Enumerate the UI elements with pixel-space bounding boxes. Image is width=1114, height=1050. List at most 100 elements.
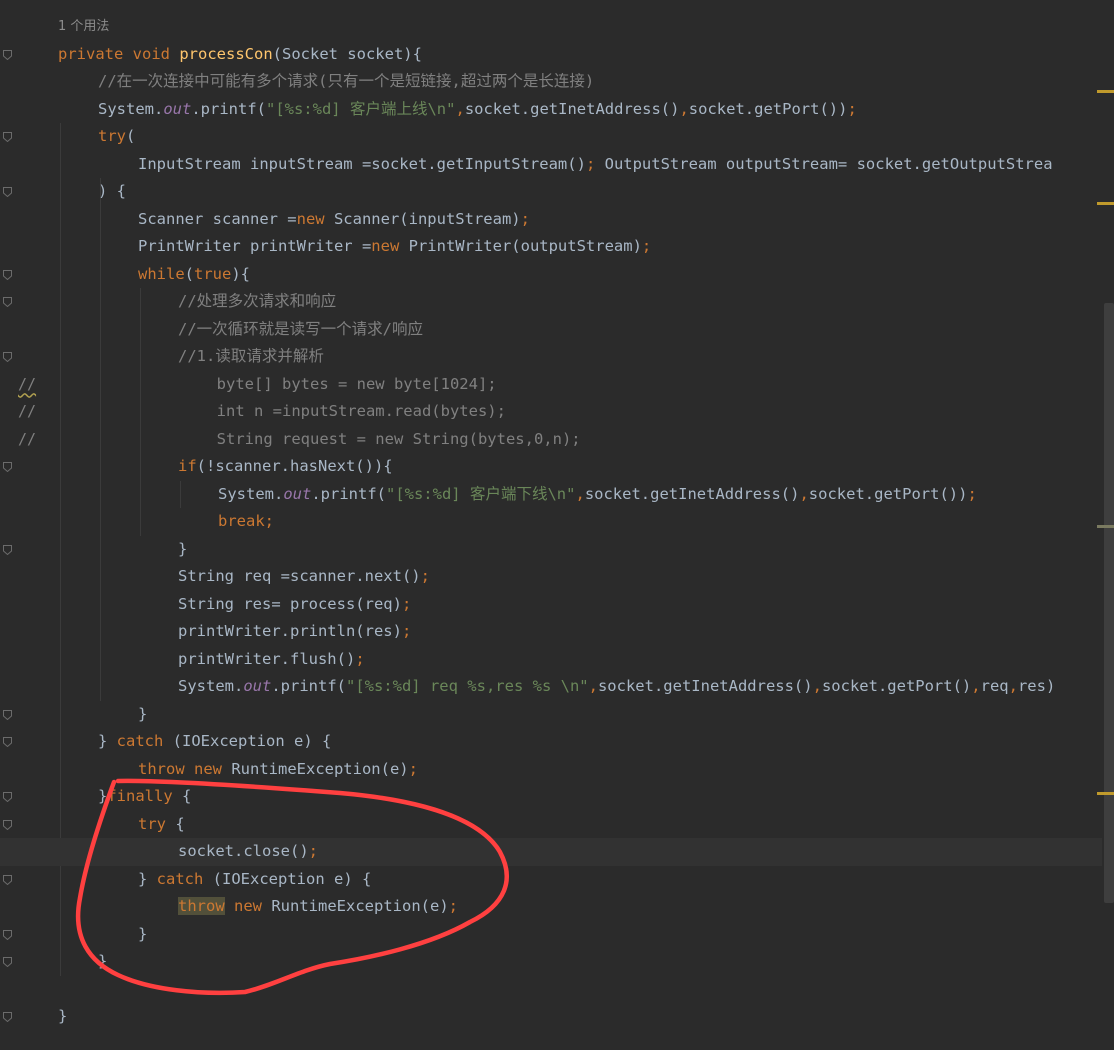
code-token: ;	[520, 209, 530, 228]
code-token: RuntimeException(e)	[231, 759, 409, 778]
code-line-content: byte[] bytes = new byte[1024];	[198, 371, 497, 399]
code-line[interactable]: }	[0, 921, 1102, 949]
code-line[interactable]: throw new RuntimeException(e);	[0, 756, 1102, 784]
code-line[interactable]: InputStream inputStream =socket.getInput…	[0, 151, 1102, 179]
gutter-comment-marker: //	[18, 374, 37, 393]
code-line[interactable]: }	[0, 948, 1102, 976]
code-token: PrintWriter(outputStream)	[408, 237, 642, 255]
code-line-content: System.out.printf("[%s:%d] 客户端下线\n",sock…	[218, 481, 977, 509]
code-line-content: }	[178, 536, 187, 564]
code-line[interactable]: byte[] bytes = new byte[1024];	[0, 371, 1102, 399]
scrollbar-thumb[interactable]	[1104, 303, 1114, 903]
code-line[interactable]: while(true){	[0, 261, 1102, 289]
code-line[interactable]: }	[0, 1003, 1102, 1031]
code-token: ){	[231, 264, 251, 283]
code-token: InputStream inputStream =socket.getInput…	[138, 154, 586, 173]
code-line[interactable]: System.out.printf("[%s:%d] 客户端上线\n",sock…	[0, 96, 1102, 124]
code-line[interactable]: try(	[0, 123, 1102, 151]
code-token: (IOException e) {	[172, 732, 332, 750]
code-token: while	[138, 264, 185, 283]
code-line[interactable]: } catch (IOException e) {	[0, 866, 1102, 894]
code-line[interactable]: int n =inputStream.read(bytes);	[0, 398, 1102, 426]
code-token: void	[132, 44, 180, 63]
code-token: ,	[1008, 677, 1018, 695]
code-token: String res= process(req)	[178, 594, 402, 613]
code-line-content: //一次循环就是读写一个请求/响应	[178, 316, 423, 344]
warning-marker[interactable]	[1097, 202, 1114, 205]
code-line-content: }	[58, 1003, 67, 1031]
code-line-content: printWriter.flush();	[178, 646, 365, 674]
code-token: System.	[98, 99, 164, 118]
code-line-content: try {	[138, 811, 185, 839]
code-line-content: } catch (IOException e) {	[98, 728, 331, 756]
code-line[interactable]: printWriter.println(res);	[0, 618, 1102, 646]
code-token: byte[] bytes = new byte[1024];	[198, 374, 497, 393]
code-line[interactable]: }finally {	[0, 783, 1102, 811]
code-line[interactable]: System.out.printf("[%s:%d] req %s,res %s…	[0, 673, 1102, 701]
code-line-content: int n =inputStream.read(bytes);	[198, 398, 506, 426]
code-token: ;	[967, 484, 977, 503]
code-line[interactable]: printWriter.flush();	[0, 646, 1102, 674]
code-token: ,	[812, 677, 822, 695]
code-line-content: PrintWriter printWriter =new PrintWriter…	[138, 233, 651, 261]
code-token: try	[98, 127, 126, 145]
code-token: socket.getInetAddress()	[597, 677, 813, 695]
code-token: //在一次连接中可能有多个请求(只有一个是短链接,超过两个是长连接)	[98, 72, 595, 90]
code-line[interactable]: throw new RuntimeException(e);	[0, 893, 1102, 921]
code-line-content: while(true){	[138, 261, 250, 289]
code-line[interactable]: //在一次连接中可能有多个请求(只有一个是短链接,超过两个是长连接)	[0, 68, 1102, 96]
code-token: .printf(	[311, 484, 386, 503]
code-line-content: //处理多次请求和响应	[178, 288, 336, 316]
code-token: processCon	[179, 44, 273, 63]
code-token: }	[58, 1007, 68, 1025]
code-line[interactable]: socket.close();	[0, 838, 1102, 866]
code-line[interactable]: if(!scanner.hasNext()){	[0, 453, 1102, 481]
code-token: ;	[401, 622, 412, 640]
code-token: socket.getPort()	[821, 677, 972, 695]
code-token: new	[296, 209, 334, 228]
code-token: System.	[218, 484, 284, 503]
code-token: out	[163, 99, 192, 118]
warning-marker[interactable]	[1097, 90, 1114, 93]
code-token: new	[194, 759, 232, 778]
code-line[interactable]: } catch (IOException e) {	[0, 728, 1102, 756]
code-token: int n =inputStream.read(bytes);	[198, 402, 506, 420]
code-line[interactable]: ) {	[0, 178, 1102, 206]
usage-hint[interactable]: 1 个用法	[58, 13, 109, 41]
code-token: if	[178, 457, 197, 475]
code-line[interactable]: PrintWriter printWriter =new PrintWriter…	[0, 233, 1102, 261]
code-token: "[%s:%d] req %s,res %s \n"	[345, 677, 589, 695]
code-token: ;	[401, 594, 412, 613]
code-token: req	[980, 677, 1009, 695]
code-line[interactable]: private void processCon(Socket socket){	[0, 41, 1102, 69]
code-line[interactable]: String req =scanner.next();	[0, 563, 1102, 591]
code-token: ,	[799, 484, 809, 503]
code-line[interactable]: System.out.printf("[%s:%d] 客户端下线\n",sock…	[0, 481, 1102, 509]
code-token: (Socket socket){	[272, 44, 422, 63]
code-line[interactable]: String res= process(req);	[0, 591, 1102, 619]
code-token: catch	[156, 869, 213, 888]
code-line-content: InputStream inputStream =socket.getInput…	[138, 151, 1053, 179]
code-token: }	[138, 924, 148, 943]
code-line[interactable]: //处理多次请求和响应	[0, 288, 1102, 316]
code-line[interactable]: Scanner scanner =new Scanner(inputStream…	[0, 206, 1102, 234]
warning-marker[interactable]	[1097, 525, 1114, 528]
code-editor[interactable]: 1 个用法 private void processCon(Socket sock…	[0, 0, 1114, 1050]
code-line[interactable]: //1.读取请求并解析	[0, 343, 1102, 371]
code-token: RuntimeException(e)	[271, 897, 449, 915]
code-line-content: try(	[98, 123, 135, 151]
code-token: out	[283, 484, 312, 503]
code-line[interactable]: }	[0, 536, 1102, 564]
code-token: true	[194, 264, 232, 283]
code-line[interactable]: //一次循环就是读写一个请求/响应	[0, 316, 1102, 344]
code-token: }	[138, 704, 148, 723]
code-line[interactable]	[0, 976, 1102, 1004]
warning-marker[interactable]	[1097, 792, 1114, 795]
code-line[interactable]: try {	[0, 811, 1102, 839]
code-token: "[%s:%d] 客户端上线\n"	[265, 99, 456, 118]
code-token: res)	[1017, 677, 1056, 695]
code-line[interactable]: break;	[0, 508, 1102, 536]
code-line[interactable]: }	[0, 701, 1102, 729]
code-line[interactable]: String request = new String(bytes,0,n);	[0, 426, 1102, 454]
code-token: printWriter.flush()	[178, 649, 356, 668]
